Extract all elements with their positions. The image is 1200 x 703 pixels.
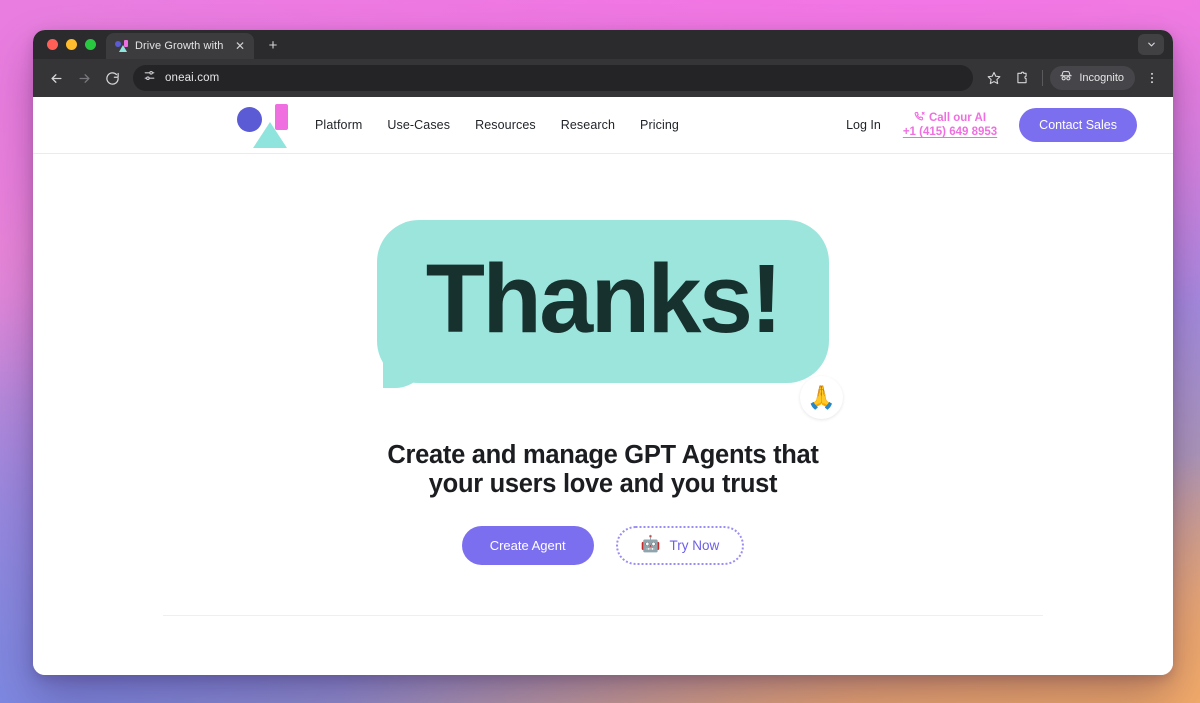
section-divider [163, 615, 1043, 616]
tab-close-icon[interactable]: ✕ [233, 39, 247, 53]
reload-button[interactable] [99, 65, 125, 91]
headline-conjunction: and [612, 469, 671, 498]
login-link[interactable]: Log In [846, 118, 881, 132]
headline-emphasis-a: your users love [428, 469, 613, 498]
browser-tab-strip: Drive Growth with GPT Chatb ✕ + [33, 30, 1173, 59]
incognito-hat-icon [1059, 69, 1073, 88]
hero-section: Thanks! 🙏 Create and manage GPT Agents t… [33, 154, 1173, 565]
phone-ai-icon [914, 111, 925, 126]
web-page-content: Platform Use-Cases Resources Research Pr… [33, 97, 1173, 675]
desktop-background: Drive Growth with GPT Chatb ✕ + [0, 0, 1200, 703]
window-traffic-lights [43, 30, 106, 59]
call-our-ai-label: Call our AI [928, 111, 987, 124]
incognito-label: Incognito [1079, 72, 1124, 84]
site-header: Platform Use-Cases Resources Research Pr… [33, 97, 1173, 154]
header-actions: Log In Call our AI +1 (415) 649 8953 Con… [846, 108, 1137, 142]
try-now-label: Try Now [669, 537, 720, 553]
nav-item-research[interactable]: Research [561, 118, 615, 132]
new-tab-button[interactable]: + [262, 34, 284, 56]
contact-sales-button[interactable]: Contact Sales [1019, 108, 1137, 142]
extensions-puzzle-icon[interactable] [1009, 65, 1035, 91]
page-title: Create and manage GPT Agents that your u… [387, 441, 819, 499]
minimize-window-button[interactable] [66, 39, 77, 50]
call-our-ai-block[interactable]: Call our AI +1 (415) 649 8953 [903, 111, 997, 139]
tab-search-chevron-icon[interactable] [1138, 34, 1164, 55]
incognito-indicator[interactable]: Incognito [1050, 66, 1135, 90]
cta-row: Create Agent 🤖 Try Now [461, 525, 745, 565]
nav-item-use-cases[interactable]: Use-Cases [387, 118, 450, 132]
browser-tab[interactable]: Drive Growth with GPT Chatb ✕ [106, 33, 254, 59]
browser-toolbar: oneai.com Incognito [33, 59, 1173, 97]
address-bar-url: oneai.com [165, 72, 220, 84]
nav-item-platform[interactable]: Platform [315, 118, 362, 132]
nav-item-pricing[interactable]: Pricing [640, 118, 679, 132]
speech-bubble-text: Thanks! [425, 244, 783, 353]
tab-title: Drive Growth with GPT Chatb [135, 40, 226, 52]
close-window-button[interactable] [47, 39, 58, 50]
speech-bubble: Thanks! [377, 220, 829, 383]
call-our-ai-heading: Call our AI [914, 111, 986, 126]
create-agent-button[interactable]: Create Agent [461, 525, 594, 565]
browser-menu-button[interactable] [1139, 65, 1165, 91]
tab-favicon-icon [115, 39, 128, 53]
site-settings-icon[interactable] [143, 69, 156, 87]
praying-hands-emoji-icon: 🙏 [800, 376, 843, 419]
headline-line-1: Create and manage GPT Agents that [387, 441, 819, 469]
toolbar-divider [1042, 70, 1044, 86]
nav-item-resources[interactable]: Resources [475, 118, 536, 132]
call-our-ai-phone-number[interactable]: +1 (415) 649 8953 [903, 126, 997, 139]
headline-emphasis-b: you trust [670, 469, 778, 498]
address-bar[interactable]: oneai.com [133, 65, 974, 91]
try-now-button[interactable]: 🤖 Try Now [615, 525, 745, 565]
speech-bubble-container: Thanks! 🙏 [377, 220, 843, 419]
back-button[interactable] [43, 65, 69, 91]
bookmark-star-icon[interactable] [981, 65, 1007, 91]
main-navigation: Platform Use-Cases Resources Research Pr… [315, 118, 679, 132]
forward-button[interactable] [71, 65, 97, 91]
maximize-window-button[interactable] [85, 39, 96, 50]
robot-emoji-icon: 🤖 [640, 536, 661, 554]
oneai-logo-icon[interactable] [237, 104, 291, 148]
browser-window: Drive Growth with GPT Chatb ✕ + [33, 30, 1173, 675]
